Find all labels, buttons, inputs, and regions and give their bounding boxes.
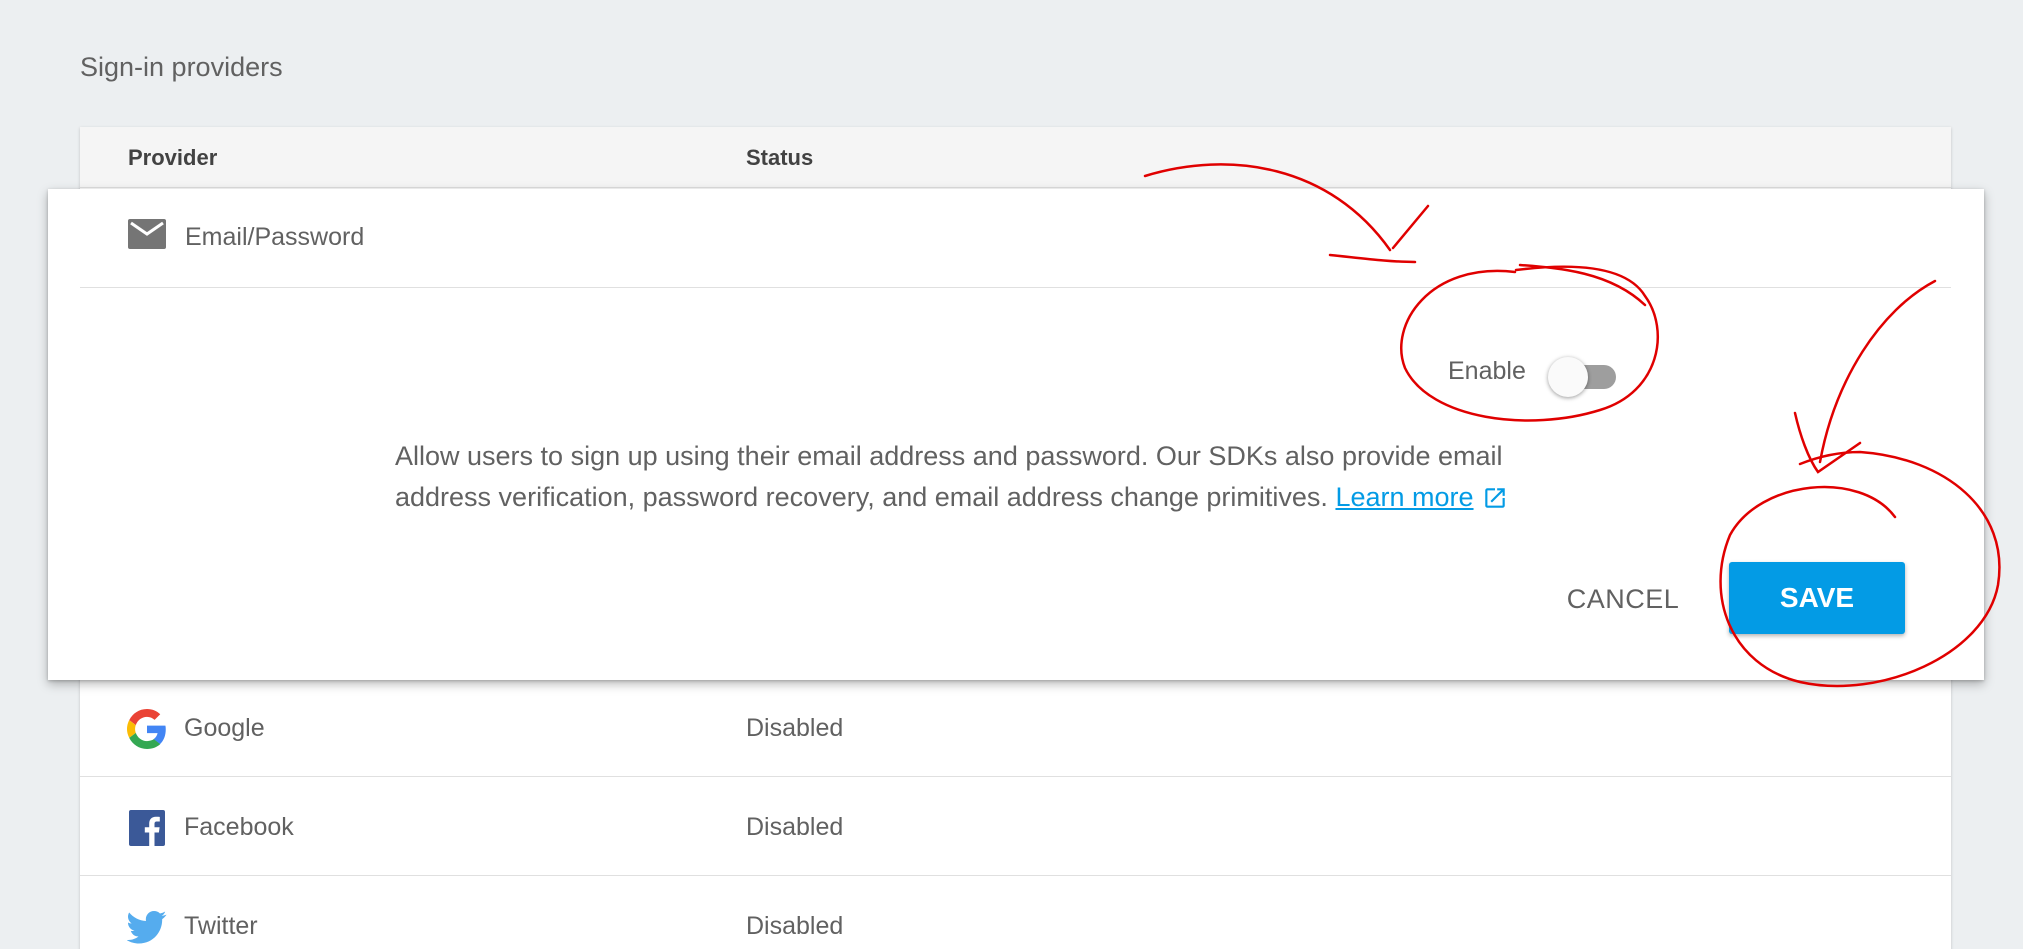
provider-name: Google: [184, 714, 265, 742]
card-provider-name: Email/Password: [185, 223, 365, 251]
provider-status: Disabled: [746, 714, 844, 742]
enable-label: Enable: [1448, 357, 1526, 385]
open-in-new-icon[interactable]: [1482, 482, 1508, 508]
google-icon: [127, 709, 167, 749]
learn-more-link[interactable]: Learn more: [1335, 482, 1473, 512]
section-title: Sign-in providers: [80, 52, 283, 82]
table-row-facebook[interactable]: Facebook Disabled: [80, 778, 1951, 876]
column-provider: Provider: [128, 145, 218, 170]
mail-icon: [128, 219, 166, 249]
cancel-button[interactable]: CANCEL: [1558, 575, 1688, 623]
provider-status: Disabled: [746, 912, 844, 940]
save-button[interactable]: SAVE: [1729, 562, 1905, 634]
card-header[interactable]: Email/Password: [80, 189, 1951, 288]
enable-toggle[interactable]: [1548, 355, 1620, 397]
email-password-card: Email/Password Enable Allow users to sig…: [48, 189, 1984, 680]
table-header: Provider Status: [80, 127, 1951, 188]
provider-name: Twitter: [184, 912, 258, 940]
twitter-icon: [126, 907, 167, 947]
toggle-thumb: [1548, 357, 1588, 397]
table-row-google[interactable]: Google Disabled: [80, 679, 1951, 777]
provider-status: Disabled: [746, 813, 844, 841]
provider-name: Facebook: [184, 813, 294, 841]
facebook-icon: [127, 808, 167, 848]
table-row-twitter[interactable]: Twitter Disabled: [80, 877, 1951, 949]
page: Sign-in providers Provider Status Google…: [0, 0, 2023, 949]
column-status: Status: [746, 145, 814, 170]
description: Allow users to sign up using their email…: [395, 436, 1575, 518]
